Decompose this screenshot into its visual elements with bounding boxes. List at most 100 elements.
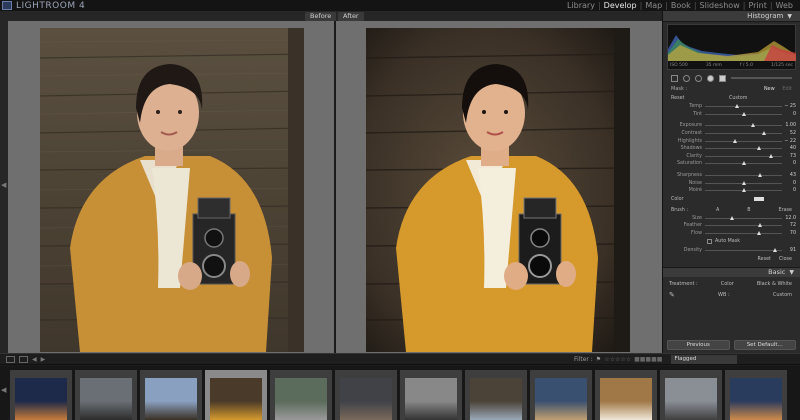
module-print[interactable]: Print [745, 1, 769, 10]
slider-thumb[interactable] [735, 104, 740, 109]
slider-value[interactable]: 72 [782, 223, 796, 228]
slider-track[interactable] [705, 153, 782, 158]
graduated-filter-icon[interactable] [707, 74, 714, 82]
slider-track[interactable] [705, 180, 782, 185]
slider-value[interactable]: 12.0 [782, 216, 796, 221]
filmstrip-thumbnail[interactable] [270, 370, 332, 420]
slider-value[interactable]: − 25 [782, 104, 796, 109]
slider-thumb[interactable] [741, 111, 746, 116]
slider-highlights[interactable]: Highlights − 22 [663, 137, 800, 145]
slider-track[interactable] [705, 138, 782, 143]
slider-saturation[interactable]: Saturation 0 [663, 160, 800, 168]
before-photo[interactable] [40, 28, 304, 352]
slider-track[interactable] [705, 161, 782, 166]
adjustment-brush-icon[interactable] [719, 74, 726, 82]
slider-thumb[interactable] [741, 180, 746, 185]
slider-temp[interactable]: Temp − 25 [663, 103, 800, 111]
slider-thumb[interactable] [758, 173, 763, 178]
slider-track[interactable] [705, 247, 782, 252]
forward-arrow-icon[interactable]: ▶ [41, 356, 46, 363]
slider-thumb[interactable] [741, 188, 746, 193]
treatment-color[interactable]: Color [721, 281, 734, 287]
slider-value[interactable]: 0 [782, 112, 796, 117]
module-library[interactable]: Library [564, 1, 598, 10]
slider-thumb[interactable] [729, 215, 734, 220]
treatment-bw[interactable]: Black & White [757, 281, 792, 287]
slider-shadows[interactable]: Shadows 40 [663, 145, 800, 153]
brush-b[interactable]: B [747, 208, 750, 213]
slider-value[interactable]: 0 [782, 188, 796, 193]
mask-edit-button[interactable]: Edit [782, 86, 792, 92]
filmstrip-thumbnail[interactable] [335, 370, 397, 420]
slider-track[interactable] [705, 231, 782, 236]
slider-track[interactable] [705, 188, 782, 193]
slider-value[interactable]: 73 [782, 154, 796, 159]
mask-new-button[interactable]: New [764, 86, 775, 92]
red-eye-icon[interactable] [695, 74, 702, 82]
slider-exposure[interactable]: Exposure 1.00 [663, 122, 800, 130]
filmstrip-thumbnail[interactable] [10, 370, 72, 420]
flag-filter-icon[interactable]: ⚑ [596, 356, 601, 363]
effect-reset[interactable]: Reset [671, 96, 684, 101]
filmstrip-thumbnail[interactable] [205, 370, 267, 420]
tool-slider[interactable] [731, 77, 792, 79]
eyedropper-icon[interactable]: ✎ [669, 291, 675, 299]
slider-contrast[interactable]: Contrast 52 [663, 130, 800, 138]
back-arrow-icon[interactable]: ◀ [32, 356, 37, 363]
slider-track[interactable] [705, 223, 782, 228]
slider-value[interactable]: 40 [782, 146, 796, 151]
slider-noise[interactable]: Noise 0 [663, 179, 800, 187]
left-panel-toggle-icon[interactable]: ◀ [1, 181, 7, 189]
close-button[interactable]: Close [779, 257, 792, 262]
slider-track[interactable] [705, 131, 782, 136]
basic-header[interactable]: Basic ▼ [663, 266, 800, 277]
slider-track[interactable] [705, 173, 782, 178]
slider-moir-[interactable]: Moiré 0 [663, 187, 800, 195]
filmstrip-left-icon[interactable]: ◀ [1, 386, 6, 394]
module-slideshow[interactable]: Slideshow [697, 1, 743, 10]
slider-value[interactable]: 43 [782, 173, 796, 178]
histogram-header[interactable]: Histogram ▼ [663, 11, 800, 22]
star-rating-filter-icon[interactable]: ☆☆☆☆☆ [604, 356, 631, 363]
reset-button[interactable]: Reset [758, 257, 771, 262]
set-default-button[interactable]: Set Default... [733, 340, 796, 350]
filmstrip-thumbnail[interactable] [595, 370, 657, 420]
previous-button[interactable]: Previous [667, 340, 730, 350]
color-swatch[interactable] [753, 196, 764, 201]
module-book[interactable]: Book [668, 1, 694, 10]
filmstrip-thumbnail[interactable] [140, 370, 202, 420]
slider-thumb[interactable] [733, 138, 738, 143]
slider-thumb[interactable] [758, 223, 763, 228]
slider-thumb[interactable] [761, 131, 766, 136]
slider-thumb[interactable] [773, 247, 778, 252]
slider-tint[interactable]: Tint 0 [663, 111, 800, 119]
slider-value[interactable]: 0 [782, 181, 796, 186]
after-photo[interactable] [366, 28, 630, 352]
filter-preset-select[interactable]: Flagged [671, 355, 738, 364]
slider-thumb[interactable] [741, 161, 746, 166]
slider-density[interactable]: Density 91 [663, 246, 800, 254]
brush-erase[interactable]: Erase [779, 208, 792, 213]
slider-value[interactable]: 0 [782, 161, 796, 166]
slider-track[interactable] [705, 146, 782, 151]
second-window-icon[interactable] [19, 356, 28, 363]
slider-track[interactable] [705, 123, 782, 128]
slider-track[interactable] [705, 215, 782, 220]
slider-thumb[interactable] [769, 153, 774, 158]
slider-value[interactable]: 91 [782, 248, 796, 253]
filmstrip-thumbnail[interactable] [465, 370, 527, 420]
slider-thumb[interactable] [750, 123, 755, 128]
slider-track[interactable] [705, 111, 782, 116]
slider-sharpness[interactable]: Sharpness 43 [663, 172, 800, 180]
slider-value[interactable]: 70 [782, 231, 796, 236]
grid-view-icon[interactable] [6, 356, 15, 363]
module-develop[interactable]: Develop [601, 1, 640, 10]
brush-a[interactable]: A [716, 208, 719, 213]
slider-feather[interactable]: Feather 72 [663, 222, 800, 230]
filmstrip-thumbnail[interactable] [660, 370, 722, 420]
filmstrip-thumbnail[interactable] [530, 370, 592, 420]
slider-flow[interactable]: Flow 70 [663, 230, 800, 238]
module-map[interactable]: Map [642, 1, 665, 10]
filmstrip-thumbnail[interactable] [725, 370, 787, 420]
crop-icon[interactable] [671, 74, 678, 82]
